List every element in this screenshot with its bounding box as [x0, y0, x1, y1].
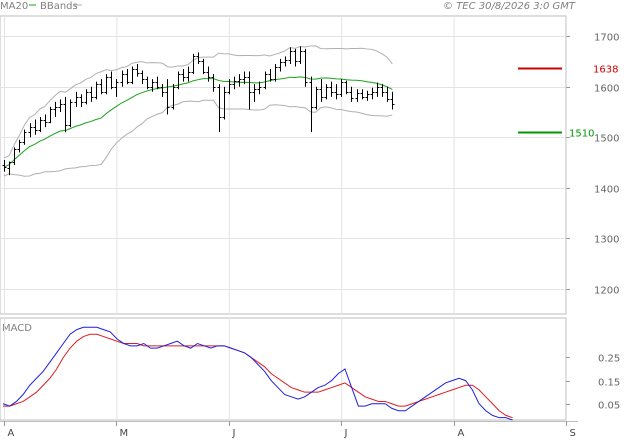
price-tick-label: 1300 [594, 235, 619, 246]
macd-tick-label: 0.25 [598, 354, 620, 365]
resistance-label: 1638 [593, 65, 618, 76]
bbands-legend-label: BBands [40, 1, 78, 12]
macd-tick-label: 0.15 [598, 378, 620, 389]
macd-title: MACD [2, 323, 32, 334]
chart-canvas: MA20 BBands © TEC 30/8/2026 3:0 GMT 1638… [0, 0, 627, 440]
ma-legend-label: MA20 [0, 1, 28, 12]
price-tick-label: 1400 [594, 185, 619, 196]
support-label: 1510 [569, 129, 594, 140]
price-tick-label: 1200 [594, 286, 619, 297]
x-tick-label: J [232, 428, 236, 439]
price-tick-label: 1700 [594, 33, 619, 44]
x-tick-label: J [344, 428, 348, 439]
price-tick-label: 1600 [594, 84, 619, 95]
x-tick-label: A [458, 428, 465, 439]
price-tick-label: 1500 [594, 134, 619, 145]
chart-background [0, 0, 627, 440]
x-tick-label: S [570, 428, 576, 439]
copyright-label: © TEC 30/8/2026 3:0 GMT [443, 1, 576, 12]
macd-tick-label: 0.05 [598, 401, 620, 412]
x-tick-label: M [120, 428, 129, 439]
x-tick-label: A [8, 428, 15, 439]
